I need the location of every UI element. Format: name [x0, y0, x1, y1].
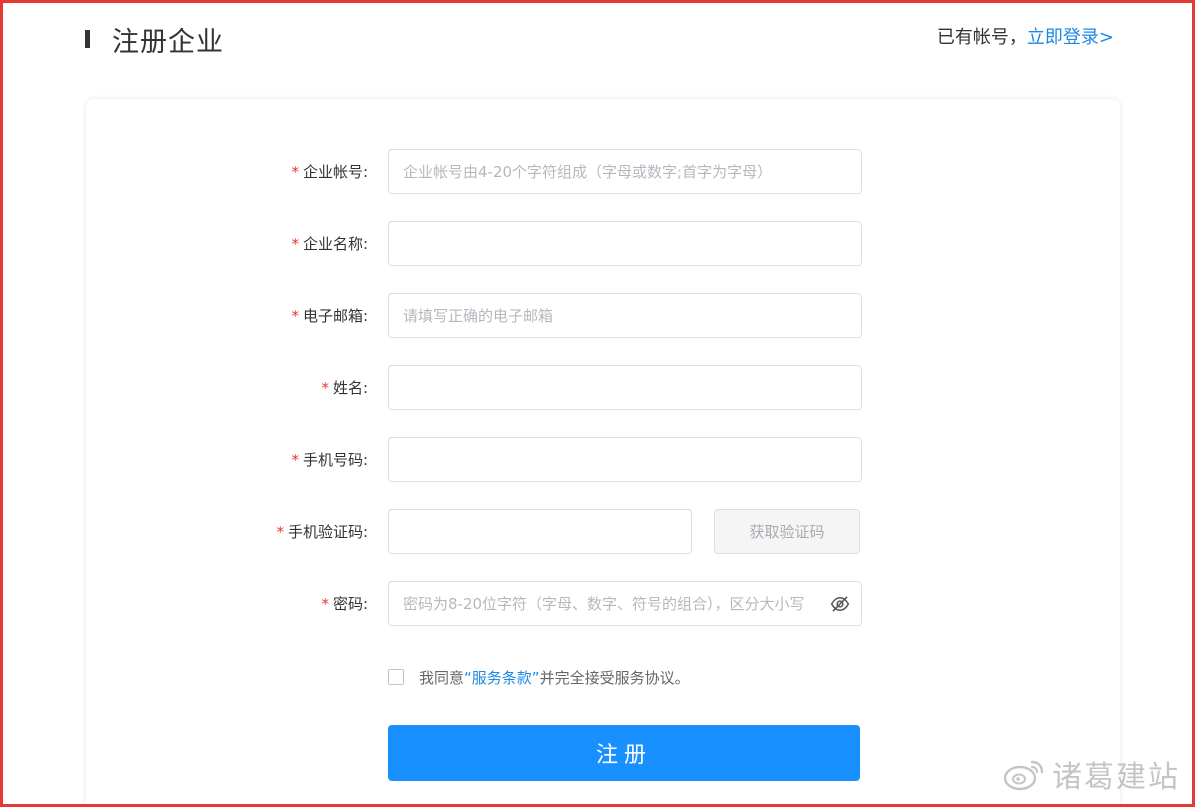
- password-input[interactable]: [388, 581, 862, 626]
- watermark: 诸葛建站: [1002, 752, 1180, 796]
- password-label: * 密码:: [321, 581, 368, 627]
- required-mark: *: [321, 595, 329, 613]
- sms-code-label: * 手机验证码:: [276, 509, 368, 555]
- phone-input[interactable]: [388, 437, 862, 482]
- login-link[interactable]: 立即登录>: [1027, 27, 1114, 48]
- register-button[interactable]: 注册: [388, 725, 860, 781]
- name-label: * 姓名:: [321, 365, 368, 411]
- name-label-text: 姓名:: [332, 379, 368, 397]
- eye-off-icon[interactable]: [830, 594, 850, 614]
- register-form-card: *企业帐号: *企业名称: *电子邮箱: *姓名:: [86, 99, 1120, 804]
- login-prompt-text: 已有帐号，: [936, 27, 1027, 48]
- agreement-row: 我同意 “服务条款” 并完全接受服务协议。: [388, 665, 690, 689]
- form-row-password: * 密码:: [86, 581, 1120, 627]
- company-account-input[interactable]: [388, 149, 862, 194]
- name-input[interactable]: [388, 365, 862, 410]
- sms-code-input[interactable]: [388, 509, 692, 554]
- phone-label-text: 手机号码:: [302, 451, 368, 469]
- company-account-label-text: 企业帐号:: [302, 163, 368, 181]
- form-row-company-account: * 企业帐号:: [86, 149, 1120, 195]
- required-mark: *: [291, 307, 299, 325]
- title-accent-bar: [85, 30, 90, 48]
- screenshot-frame: 注册企业 已有帐号，立即登录> *企业帐号: *企业名称: *电子邮箱:: [0, 0, 1195, 807]
- email-input[interactable]: [388, 293, 862, 338]
- login-prompt: 已有帐号，立即登录>: [937, 23, 1114, 49]
- company-account-label: * 企业帐号:: [291, 149, 368, 195]
- required-mark: *: [291, 235, 299, 253]
- form-row-phone: * 手机号码:: [86, 437, 1120, 483]
- required-mark: *: [321, 379, 329, 397]
- weibo-icon: [1003, 760, 1044, 791]
- form-row-company-name: * 企业名称:: [86, 221, 1120, 267]
- email-label-text: 电子邮箱:: [302, 307, 368, 325]
- agreement-prefix: 我同意: [419, 668, 465, 687]
- password-label-text: 密码:: [332, 595, 368, 613]
- watermark-text: 诸葛建站: [1052, 760, 1180, 795]
- required-mark: *: [291, 163, 299, 181]
- required-mark: *: [276, 523, 284, 541]
- company-name-input[interactable]: [388, 221, 862, 266]
- sms-code-label-text: 手机验证码:: [287, 523, 368, 541]
- agree-checkbox[interactable]: [388, 669, 404, 685]
- email-label: * 电子邮箱:: [291, 293, 368, 339]
- terms-link[interactable]: “服务条款”: [464, 667, 540, 688]
- phone-label: * 手机号码:: [291, 437, 368, 483]
- page-header: 注册企业: [85, 19, 224, 59]
- required-mark: *: [291, 451, 299, 469]
- page-title: 注册企业: [112, 26, 224, 58]
- company-name-label-text: 企业名称:: [302, 235, 368, 253]
- agreement-suffix: 并完全接受服务协议。: [539, 668, 690, 687]
- form-row-email: * 电子邮箱:: [86, 293, 1120, 339]
- form-row-name: * 姓名:: [86, 365, 1120, 411]
- form-row-sms-code: * 手机验证码: 获取验证码: [86, 509, 1120, 555]
- company-name-label: * 企业名称:: [291, 221, 368, 267]
- get-sms-code-button[interactable]: 获取验证码: [714, 509, 860, 554]
